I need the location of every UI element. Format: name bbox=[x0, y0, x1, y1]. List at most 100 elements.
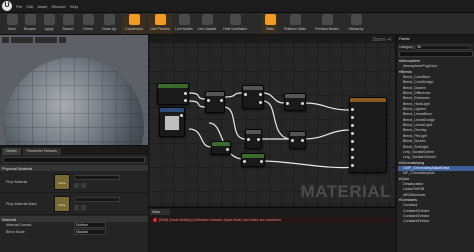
phys-material-thumbnail[interactable]: None bbox=[54, 174, 70, 190]
apply-button[interactable]: Apply bbox=[41, 14, 57, 34]
search-icon bbox=[62, 14, 74, 25]
connectors-icon bbox=[128, 14, 140, 25]
wire bbox=[188, 92, 206, 100]
wire bbox=[223, 106, 246, 140]
platform-stats-icon bbox=[289, 14, 301, 25]
live-nodes-icon bbox=[178, 14, 190, 25]
use-selected-icon[interactable] bbox=[81, 183, 86, 188]
hide-unrelated-button[interactable]: Hide Unrelated bbox=[220, 14, 250, 34]
hierarchy-button[interactable]: Hierarchy bbox=[344, 14, 368, 34]
menu-edit[interactable]: Edit bbox=[26, 4, 33, 9]
show-button[interactable] bbox=[59, 37, 66, 43]
preview-nodes-button[interactable]: Preview Nodes bbox=[312, 14, 342, 34]
home-icon bbox=[82, 14, 94, 25]
wire bbox=[304, 102, 350, 111]
live-update-icon bbox=[201, 14, 213, 25]
graph-node[interactable] bbox=[245, 129, 262, 149]
palette-category-dropdown[interactable]: All bbox=[415, 44, 472, 50]
apply-icon bbox=[43, 14, 55, 25]
browse-button[interactable]: Browse bbox=[21, 14, 39, 34]
phys-material-mask-picker[interactable] bbox=[74, 197, 120, 202]
connectors-button[interactable]: Connectors bbox=[122, 14, 146, 34]
material-domain-dropdown[interactable]: Surface bbox=[74, 222, 106, 228]
save-icon bbox=[6, 14, 18, 25]
browse-asset-icon[interactable] bbox=[74, 205, 79, 210]
phys-material-row: Phys Material None bbox=[0, 171, 148, 193]
palette-category: Category All bbox=[399, 44, 473, 50]
palette-title: Palette bbox=[397, 35, 474, 43]
viewport-toolbar bbox=[2, 37, 66, 43]
menu-bar: U File Edit Asset Window Help bbox=[0, 0, 474, 13]
lit-mode-button[interactable] bbox=[35, 37, 57, 43]
clean-up-button[interactable]: Clean Up bbox=[98, 14, 120, 34]
clean-up-icon bbox=[103, 14, 115, 25]
unreal-logo-icon: U bbox=[2, 1, 12, 11]
menu-window[interactable]: Window bbox=[51, 4, 65, 9]
graph-node[interactable] bbox=[284, 93, 306, 111]
texture-sample-node[interactable] bbox=[159, 107, 185, 137]
phys-material-mask-row: Phys Material Mask None bbox=[0, 193, 148, 215]
preview-nodes-icon bbox=[321, 14, 333, 25]
graph-node[interactable] bbox=[211, 141, 231, 155]
stats-icon bbox=[264, 14, 276, 25]
viewport-options-button[interactable] bbox=[2, 37, 9, 43]
preview-viewport[interactable] bbox=[0, 35, 148, 145]
hide-unrelated-icon bbox=[229, 14, 241, 25]
details-search-input[interactable] bbox=[3, 157, 145, 163]
phys-material-mask-thumbnail[interactable]: None bbox=[54, 196, 70, 212]
wire bbox=[304, 129, 350, 140]
palette-search-input[interactable] bbox=[399, 51, 473, 57]
graph-watermark: MATERIAL bbox=[300, 182, 391, 201]
phys-material-mask-label: Phys Material Mask bbox=[6, 202, 37, 206]
details-panel: Details Parameter Defaults Physical Mate… bbox=[0, 145, 148, 252]
menu-asset[interactable]: Asset bbox=[37, 4, 47, 9]
palette-panel: Palette Category All ▾Atmosphere Atmosphe… bbox=[396, 35, 474, 252]
palette-list: ▾Atmosphere AtmosphereFogColor ▾Blends Blen… bbox=[398, 59, 474, 225]
platform-stats-button[interactable]: Platform Stats bbox=[280, 14, 310, 34]
stats-panel: Stats [SM5] (Node Multiply) Arithmetic b… bbox=[149, 207, 395, 252]
blend-mode-row: Blend Mode Masked bbox=[0, 229, 148, 236]
use-selected-icon[interactable] bbox=[81, 205, 86, 210]
stats-message: [SM5] (Node Multiply) Arithmetic between… bbox=[151, 217, 393, 223]
graph-node[interactable] bbox=[205, 91, 225, 113]
material-domain-row: Material Domain Surface bbox=[0, 222, 148, 229]
perspective-button[interactable] bbox=[11, 37, 33, 43]
browse-icon bbox=[24, 14, 36, 25]
search-button[interactable]: Search bbox=[59, 14, 77, 34]
toolbar: Save Browse Apply Search Home Clean Up C… bbox=[0, 13, 474, 35]
graph-node[interactable] bbox=[241, 153, 265, 167]
stats-button[interactable]: Stats bbox=[262, 14, 278, 34]
material-domain-label: Material Domain bbox=[6, 223, 32, 227]
tab-details[interactable]: Details bbox=[2, 148, 21, 155]
live-preview-button[interactable]: Live Preview bbox=[148, 14, 172, 34]
live-preview-icon bbox=[154, 14, 166, 25]
graph-node[interactable] bbox=[242, 85, 264, 109]
details-tabs: Details Parameter Defaults bbox=[0, 146, 148, 155]
graph-node[interactable] bbox=[157, 83, 189, 105]
palette-item[interactable]: Constant4Vector bbox=[398, 219, 474, 224]
save-button[interactable]: Save bbox=[4, 14, 20, 34]
hierarchy-icon bbox=[350, 14, 362, 25]
material-result-node[interactable] bbox=[349, 97, 387, 173]
error-icon bbox=[153, 218, 157, 222]
material-graph[interactable]: Zoom -4 MATERIAL bbox=[149, 35, 395, 206]
menu-help[interactable]: Help bbox=[70, 4, 78, 9]
menu-file[interactable]: File bbox=[16, 4, 22, 9]
live-nodes-button[interactable]: Live Nodes bbox=[174, 14, 194, 34]
graph-node[interactable] bbox=[289, 131, 306, 149]
sphere-grid-overlay bbox=[4, 57, 144, 145]
tab-stats[interactable]: Stats bbox=[150, 209, 170, 215]
tab-parameter-defaults[interactable]: Parameter Defaults bbox=[22, 148, 61, 155]
phys-material-picker[interactable] bbox=[74, 175, 120, 180]
blend-mode-dropdown[interactable]: Masked bbox=[74, 229, 106, 235]
texture-preview bbox=[164, 115, 180, 131]
live-update-button[interactable]: Live Update bbox=[196, 14, 218, 34]
palette-category-label: Category bbox=[399, 45, 414, 49]
blend-mode-label: Blend Mode bbox=[6, 230, 25, 234]
stats-message-text: [SM5] (Node Multiply) Arithmetic between… bbox=[159, 218, 281, 222]
wire bbox=[188, 128, 212, 148]
browse-asset-icon[interactable] bbox=[74, 183, 79, 188]
wire bbox=[223, 92, 243, 98]
phys-material-label: Phys Material bbox=[6, 180, 28, 184]
home-button[interactable]: Home bbox=[80, 14, 96, 34]
